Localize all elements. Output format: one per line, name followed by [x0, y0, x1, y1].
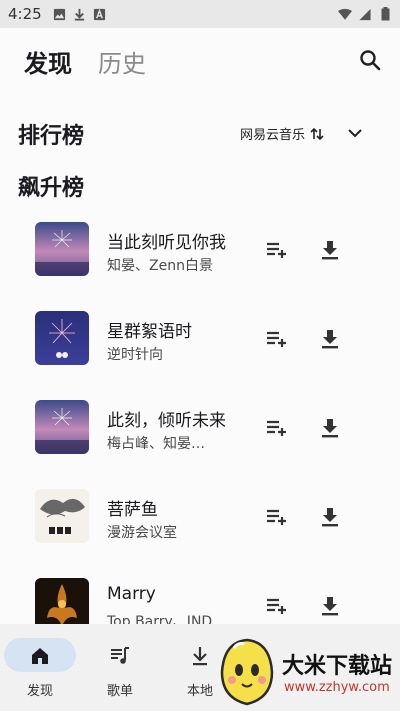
home-icon — [26, 642, 54, 670]
expand-button[interactable] — [342, 120, 368, 146]
download-button[interactable] — [316, 236, 344, 264]
download-icon — [186, 642, 214, 670]
search-button[interactable] — [354, 44, 386, 76]
album-cover — [35, 222, 89, 276]
add-to-playlist-button[interactable] — [262, 414, 290, 442]
album-cover — [35, 400, 89, 454]
status-time: 4:25 — [8, 5, 42, 23]
song-item[interactable]: 星群絮语时 逆时针向 — [0, 299, 400, 389]
download-icon — [322, 330, 338, 349]
playlist-add-icon — [267, 598, 286, 614]
add-to-playlist-button[interactable] — [262, 592, 290, 620]
rice-mascot-logo — [220, 638, 274, 706]
tab-history[interactable]: 历史 — [98, 44, 146, 79]
swap-vert-icon — [310, 127, 324, 140]
system-icons — [338, 7, 392, 21]
download-notification-icon — [72, 7, 86, 21]
nav-label: 歌单 — [106, 684, 133, 699]
nav-label: 发现 — [26, 684, 53, 699]
download-icon — [322, 419, 338, 438]
song-artist: 逆时针向 — [107, 347, 163, 363]
album-cover — [35, 489, 89, 543]
playlist-add-icon — [267, 331, 286, 347]
album-cover — [35, 311, 89, 365]
status-bar: 4:25 — [0, 0, 400, 28]
song-title: 菩萨鱼 — [107, 500, 158, 520]
signal-icon — [358, 7, 372, 21]
song-item[interactable]: 菩萨鱼 漫游会议室 — [0, 477, 400, 567]
top-bar: 发现 历史 — [0, 28, 400, 92]
playlist-add-icon — [267, 242, 286, 258]
wifi-icon — [338, 7, 352, 21]
playlist-add-icon — [267, 509, 286, 525]
download-button[interactable] — [316, 592, 344, 620]
song-artist: 知晏、Zenn白景 — [107, 258, 213, 274]
download-button[interactable] — [316, 503, 344, 531]
song-item[interactable]: 此刻，倾听未来 梅占峰、知晏… — [0, 388, 400, 478]
download-icon — [322, 241, 338, 260]
song-title: Marry — [107, 584, 156, 604]
song-title: 星群絮语时 — [107, 322, 192, 342]
nav-item-playlists[interactable]: 歌单 — [80, 624, 160, 711]
add-to-playlist-button[interactable] — [262, 236, 290, 264]
song-artist: 梅占峰、知晏… — [107, 436, 205, 452]
download-button[interactable] — [316, 414, 344, 442]
add-to-playlist-button[interactable] — [262, 503, 290, 531]
source-label: 网易云音乐 — [240, 128, 306, 143]
song-artist: 漫游会议室 — [107, 525, 177, 541]
image-icon — [52, 7, 66, 21]
song-title: 此刻，倾听未来 — [107, 411, 226, 431]
nav-item-discover[interactable]: 发现 — [0, 624, 80, 711]
download-icon — [322, 597, 338, 616]
playlist-icon — [106, 642, 134, 670]
rank-heading: 排行榜 — [18, 124, 85, 149]
chart-section-title: 飙升榜 — [18, 176, 85, 201]
battery-icon — [378, 7, 392, 21]
watermark-url: www.zzhyw.com — [284, 680, 390, 695]
watermark-text: 大米下载站 — [282, 654, 393, 679]
download-button[interactable] — [316, 325, 344, 353]
song-item[interactable]: 当此刻听见你我 知晏、Zenn白景 — [0, 210, 400, 300]
source-selector[interactable]: 网易云音乐 — [240, 124, 325, 143]
download-icon — [322, 508, 338, 527]
add-to-playlist-button[interactable] — [262, 325, 290, 353]
song-title: 当此刻听见你我 — [107, 233, 226, 253]
search-icon — [360, 50, 381, 71]
playlist-add-icon — [267, 420, 286, 436]
app-notification-icon — [92, 7, 106, 21]
tab-discover[interactable]: 发现 — [24, 44, 72, 79]
notification-icons — [52, 7, 106, 21]
chevron-down-icon — [348, 129, 362, 138]
site-watermark: 大米下载站 www.zzhyw.com — [212, 634, 400, 711]
